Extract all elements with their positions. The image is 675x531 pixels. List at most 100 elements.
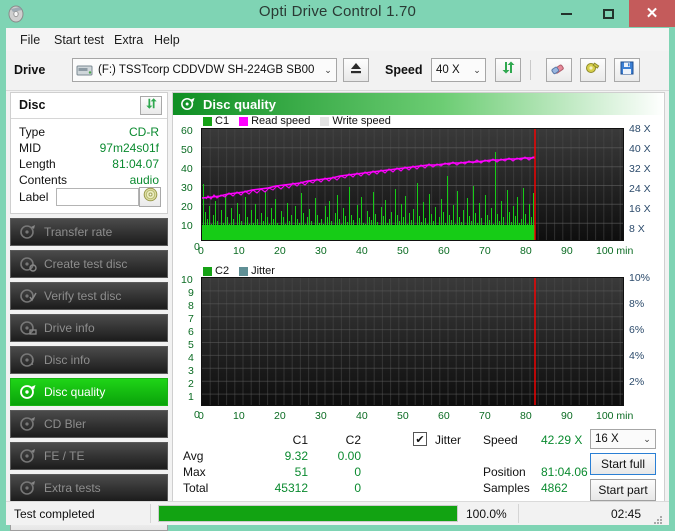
sidebar-item-label: CD Bler [44, 417, 87, 431]
disc-create-icon [19, 256, 37, 272]
eject-button[interactable] [343, 58, 369, 82]
readout-value-position: 81:04.06 [541, 465, 588, 479]
c1-y-tick: 30 [181, 182, 193, 194]
save-button[interactable] [614, 58, 640, 82]
status-separator [150, 504, 151, 523]
maximize-button[interactable] [587, 0, 629, 27]
sidebar-item-label: Extra tests [44, 481, 101, 495]
c1-x-tick: 70 [479, 245, 491, 257]
c2-x-tick: 60 [438, 410, 450, 422]
status-bar: Test completed 100.0% 02:45 [6, 501, 669, 525]
c2-x-tick: 80 [520, 410, 532, 422]
disc-label-label: Label [19, 190, 49, 204]
sidebar-item-label: Disc info [44, 353, 91, 367]
menu-item-extra[interactable]: Extra [108, 31, 149, 49]
disc-contents-value: audio [129, 173, 159, 187]
refresh-icon [501, 60, 516, 80]
c2-x-tick: 70 [479, 410, 491, 422]
elapsed-time: 02:45 [610, 507, 641, 521]
cd-disc-icon [143, 187, 158, 207]
chevron-down-icon: ⌄ [324, 64, 332, 75]
c1-y-tick: 20 [181, 201, 193, 213]
refresh-button[interactable] [495, 58, 521, 82]
stats-total-c1: 45312 [274, 481, 308, 495]
sidebar-item-label: Drive info [44, 321, 95, 335]
c2-y-tick: 1 [188, 391, 194, 403]
readout-value-speed: 42.29 X [541, 433, 583, 447]
speed-select[interactable]: 40 X ⌄ [431, 58, 486, 82]
menu-item-help[interactable]: Help [148, 31, 186, 49]
close-button[interactable]: ✕ [629, 0, 675, 27]
c2-x-tick: 0 [198, 410, 204, 422]
drive-label: Drive [14, 63, 46, 77]
sidebar-item-fe-te[interactable]: FE / TE [10, 442, 168, 470]
stats-max-c1: 51 [294, 465, 308, 479]
c1-x-tick: 10 [233, 245, 245, 257]
erase-button[interactable] [546, 58, 572, 82]
start-part-button[interactable]: Start part [590, 479, 656, 501]
disc-test-icon [19, 224, 37, 240]
disc-fete-icon [19, 448, 37, 464]
eraser-icon [551, 60, 567, 80]
sidebar-item-label: FE / TE [44, 449, 85, 463]
content-header-title: Disc quality [203, 96, 276, 112]
disc-label-button[interactable] [139, 187, 161, 207]
minimize-button[interactable] [545, 0, 587, 27]
legend-label: Write speed [332, 115, 391, 127]
legend-swatch-jitter [239, 266, 249, 276]
sidebar-item-disc-quality[interactable]: Disc quality [10, 378, 168, 406]
sidebar-item-transfer-rate[interactable]: Transfer rate [10, 218, 168, 246]
c2-plot-area[interactable] [201, 277, 624, 406]
stats-col-header-c2: C2 [345, 433, 361, 447]
c2-x-tick: 20 [274, 410, 286, 422]
menu-item-start-test[interactable]: Start test [48, 31, 110, 49]
menu-item-file[interactable]: File [14, 31, 46, 49]
sidebar-item-drive-info[interactable]: Drive info [10, 314, 168, 342]
stats-row-label-avg: Avg [183, 449, 204, 463]
test-speed-select[interactable]: 16 X ⌄ [590, 429, 656, 449]
content-header: Disc quality [173, 93, 664, 115]
progress-bar [158, 505, 458, 522]
c1-x-tick: 40 [356, 245, 368, 257]
maximize-icon [602, 8, 614, 19]
eject-icon [349, 61, 363, 80]
c2-x-tick: 50 [397, 410, 409, 422]
chevron-down-icon: ⌄ [643, 433, 651, 444]
drive-icon [76, 63, 94, 77]
c1-x-tick: 20 [274, 245, 286, 257]
disc-refresh-button[interactable] [140, 96, 162, 115]
sidebar-item-cd-bler[interactable]: CD Bler [10, 410, 168, 438]
c2-x-tick: 40 [356, 410, 368, 422]
c1-y-tick: 40 [181, 163, 193, 175]
legend-swatch-c1 [203, 116, 212, 126]
drive-select[interactable]: (F:) TSSTcorp CDDVDW SH-224GB SB00 ⌄ [72, 58, 337, 82]
jitter-checkbox[interactable]: ✔ [413, 432, 427, 446]
stats-total-c2: 0 [354, 481, 361, 495]
status-text: Test completed [14, 507, 95, 521]
c1-y2-tick: 16 X [629, 203, 651, 215]
sidebar-item-extra-tests[interactable]: Extra tests [10, 474, 168, 502]
c1-y2-tick: 48 X [629, 123, 651, 135]
stats-max-c2: 0 [354, 465, 361, 479]
stats-col-header-c1: C1 [292, 433, 308, 447]
jitter-checkbox-label: Jitter [435, 433, 462, 447]
disc-quality-icon [19, 384, 37, 400]
sidebar-item-create-test-disc[interactable]: Create test disc [10, 250, 168, 278]
c1-chart-legend: C1 Read speed Write speed [203, 115, 398, 127]
drive-select-value: (F:) TSSTcorp CDDVDW SH-224GB SB00 [98, 64, 315, 76]
sidebar-item-disc-info[interactable]: i Disc info [10, 346, 168, 374]
minimize-icon [560, 12, 572, 15]
disc-label-input[interactable] [56, 188, 139, 206]
legend-swatch-write-speed [320, 116, 330, 126]
c2-y-tick: 7 [188, 313, 194, 325]
settings-icon [585, 60, 601, 80]
legend-label: Read speed [251, 115, 311, 127]
settings-button[interactable] [580, 58, 606, 82]
c2-y-tick: 5 [188, 339, 194, 351]
sidebar-item-verify-test-disc[interactable]: Verify test disc [10, 282, 168, 310]
close-icon: ✕ [645, 5, 659, 22]
resize-grip-icon[interactable] [653, 512, 663, 524]
start-full-button[interactable]: Start full [590, 453, 656, 475]
c2-y2-tick: 2% [629, 376, 645, 388]
c1-plot-area[interactable] [201, 128, 624, 241]
